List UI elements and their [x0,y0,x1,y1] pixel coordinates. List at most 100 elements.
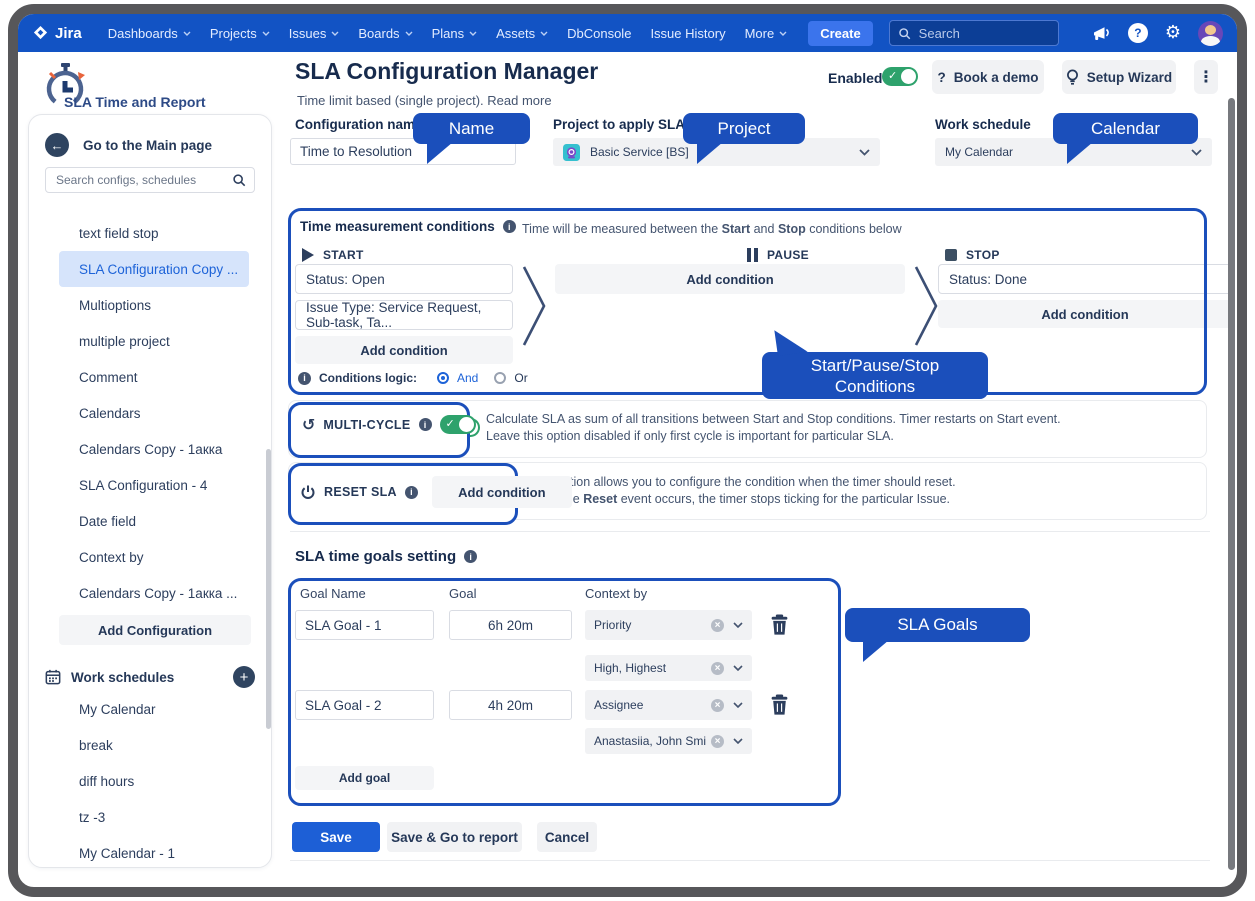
config-item[interactable]: Comment [59,359,249,395]
sidebar-scrollbar[interactable] [266,449,271,729]
callout-tail [427,142,453,164]
chevron-down-icon [331,31,339,36]
callout-project: Project [683,113,805,144]
read-more-link[interactable]: Read more [487,93,551,108]
goal-value-input[interactable] [449,690,572,720]
chevron-down-icon [779,31,787,36]
callout-tail [697,142,723,164]
announcement-megaphone-icon[interactable] [1092,25,1111,42]
config-item-selected[interactable]: SLA Configuration Copy ... [59,251,249,287]
book-demo-button[interactable]: ? Book a demo [932,60,1044,94]
logic-or-radio[interactable] [494,372,506,384]
context-select[interactable]: Assignee × [585,690,752,720]
more-options-button[interactable]: ⋮ [1194,60,1218,94]
save-button[interactable]: Save [292,822,380,852]
config-item[interactable]: Context by [59,539,249,575]
trash-icon[interactable] [770,694,789,715]
config-item[interactable]: SLA Configuration - 4 [59,467,249,503]
pause-add-condition-button[interactable]: Add condition [555,264,905,294]
chevron-down-icon [183,31,191,36]
config-item[interactable]: Calendars [59,395,249,431]
conditions-logic-row: i Conditions logic: And Or [298,371,528,385]
logic-and-radio[interactable] [437,372,449,384]
global-search[interactable] [889,20,1059,46]
context-select[interactable]: High, Highest × [585,655,752,681]
nav-issues[interactable]: Issues [289,26,340,41]
start-condition-chip[interactable]: Status: Open [295,264,513,294]
nav-projects[interactable]: Projects [210,26,270,41]
history-cycle-icon: ↺ [302,415,315,434]
config-item[interactable]: Calendars Copy - 1акка ... [59,575,249,611]
info-icon[interactable]: i [405,486,418,499]
start-condition-chip[interactable]: Issue Type: Service Request, Sub-task, T… [295,300,513,330]
reset-add-condition-button[interactable]: Add condition [432,476,572,508]
nav-issue-history[interactable]: Issue History [650,26,725,41]
settings-gear-icon[interactable]: ⚙ [1165,24,1181,42]
config-item[interactable]: text field stop [59,215,249,251]
clear-icon[interactable]: × [711,735,724,748]
schedule-item[interactable]: tz -3 [59,799,249,835]
nav-plans[interactable]: Plans [432,26,478,41]
clear-icon[interactable]: × [711,662,724,675]
enabled-label: Enabled [828,70,882,86]
trash-icon[interactable] [770,614,789,635]
goal-value-input[interactable] [449,610,572,640]
context-value: High, Highest [594,661,666,675]
schedule-item[interactable]: break [59,727,249,763]
info-icon[interactable]: i [419,418,432,431]
start-add-condition-button[interactable]: Add condition [295,336,513,364]
enabled-toggle[interactable]: ✓ [882,67,918,86]
stop-add-condition-button[interactable]: Add condition [938,300,1232,328]
work-schedules-label: Work schedules [71,670,174,685]
schedule-item[interactable]: diff hours [59,763,249,799]
info-icon[interactable]: i [298,372,311,385]
user-avatar[interactable] [1198,21,1223,46]
config-item[interactable]: Multioptions [59,287,249,323]
multicycle-description: Calculate SLA as sum of all transitions … [486,411,1061,445]
conditions-title: Time measurement conditions [300,219,495,234]
schedule-item[interactable]: My Calendar - 1 [59,835,249,871]
context-select[interactable]: Priority × [585,610,752,640]
clear-icon[interactable]: × [711,619,724,632]
nav-more[interactable]: More [745,26,788,41]
context-select[interactable]: Anastasiia, John Smit... × [585,728,752,754]
add-configuration-button[interactable]: Add Configuration [59,615,251,645]
stop-condition-chip[interactable]: Status: Done [938,264,1232,294]
save-go-report-button[interactable]: Save & Go to report [387,822,522,852]
goals-heading: SLA time goals setting [295,548,456,565]
nav-boards[interactable]: Boards [358,26,412,41]
multicycle-highlight-row: ↺ MULTI-CYCLE i ✓ [302,415,476,434]
config-item[interactable]: Date field [59,503,249,539]
avatar-face [1205,25,1216,35]
clear-icon[interactable]: × [711,699,724,712]
goal-name-input[interactable] [295,690,434,720]
goal-name-input[interactable] [295,610,434,640]
cancel-button[interactable]: Cancel [537,822,597,852]
info-icon[interactable]: i [503,220,516,233]
nav-assets[interactable]: Assets [496,26,548,41]
play-icon [302,248,314,262]
multicycle-toggle[interactable]: ✓ [440,415,476,434]
search-input[interactable] [917,25,1031,42]
info-icon[interactable]: i [464,550,477,563]
nav-dashboards[interactable]: Dashboards [108,26,191,41]
sidebar-search[interactable] [45,167,255,193]
nav-dbconsole[interactable]: DbConsole [567,26,631,41]
config-item[interactable]: Calendars Copy - 1акка [59,431,249,467]
callout-tail [863,640,889,662]
go-to-main-page[interactable]: ← Go to the Main page [45,133,212,157]
logic-or-label: Or [514,371,527,385]
add-goal-button[interactable]: Add goal [295,766,434,790]
main-scrollbar[interactable] [1228,98,1235,870]
config-item[interactable]: multiple project [59,323,249,359]
multicycle-label: MULTI-CYCLE [323,418,410,432]
add-schedule-button[interactable]: + [233,666,255,688]
help-icon[interactable]: ? [1128,23,1148,43]
sidebar-search-input[interactable] [54,172,232,188]
create-button[interactable]: Create [808,21,872,46]
pause-icon [747,248,758,262]
schedule-item[interactable]: My Calendar [59,691,249,727]
page-subtitle: Time limit based (single project). Read … [297,93,552,108]
setup-wizard-button[interactable]: Setup Wizard [1062,60,1176,94]
jira-logo[interactable]: Jira [32,25,82,42]
